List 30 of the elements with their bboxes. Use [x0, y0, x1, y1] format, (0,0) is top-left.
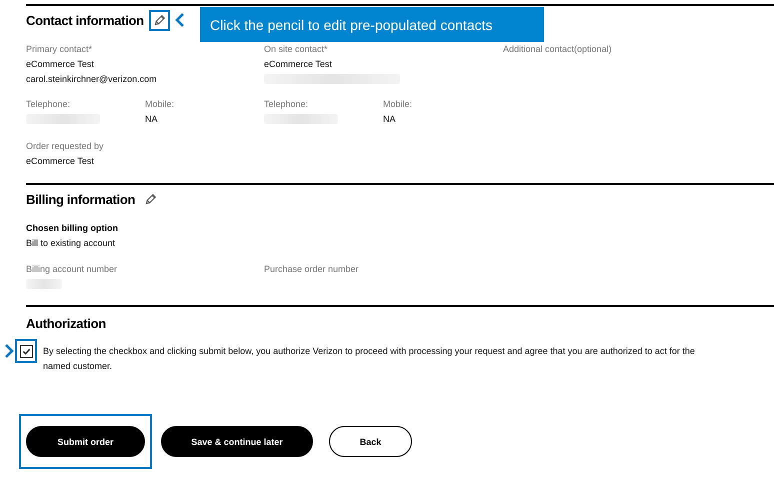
field-label: Purchase order number: [264, 264, 359, 275]
action-button[interactable]: Submit order: [26, 426, 145, 457]
callout-banner: Click the pencil to edit pre-populated contacts: [200, 7, 544, 42]
field-label: On site contact*: [264, 44, 328, 55]
field-label: Telephone:: [264, 99, 308, 110]
field-value: NA: [383, 114, 396, 125]
field-label: Mobile:: [145, 99, 174, 110]
field-label: Billing account number: [26, 264, 118, 275]
field-value: Bill to existing account: [26, 238, 116, 249]
field-value: carol.steinkirchner@verizon.com: [26, 74, 157, 85]
field-value: eCommerce Test: [26, 59, 94, 70]
authorization-text: By selecting the checkbox and clicking submit below, you authorize Verizon to proceed with processing your request and agree that you are authorized to act for the named customer.: [43, 345, 696, 373]
section-title: Billing information: [26, 192, 136, 206]
field-label: Primary contact*: [26, 44, 92, 55]
field-label: Chosen billing option: [26, 223, 118, 234]
section-title: Authorization: [26, 316, 106, 330]
action-button[interactable]: Save & continue later: [161, 426, 313, 457]
field-value: NA: [145, 114, 158, 125]
chevron-left-icon: [174, 12, 185, 28]
checkbox[interactable]: [20, 344, 32, 358]
pencil-icon[interactable]: [144, 192, 158, 206]
section-title: Contact information: [26, 12, 144, 28]
action-button[interactable]: Back: [329, 426, 412, 457]
field-label: Order requested by: [26, 141, 104, 152]
field-label: Additional contact(optional): [503, 44, 612, 55]
field-value: eCommerce Test: [264, 59, 332, 70]
field-label: Mobile:: [383, 99, 412, 110]
field-label: Telephone:: [26, 99, 70, 110]
pencil-icon[interactable]: [152, 14, 166, 26]
field-value: eCommerce Test: [26, 156, 94, 167]
